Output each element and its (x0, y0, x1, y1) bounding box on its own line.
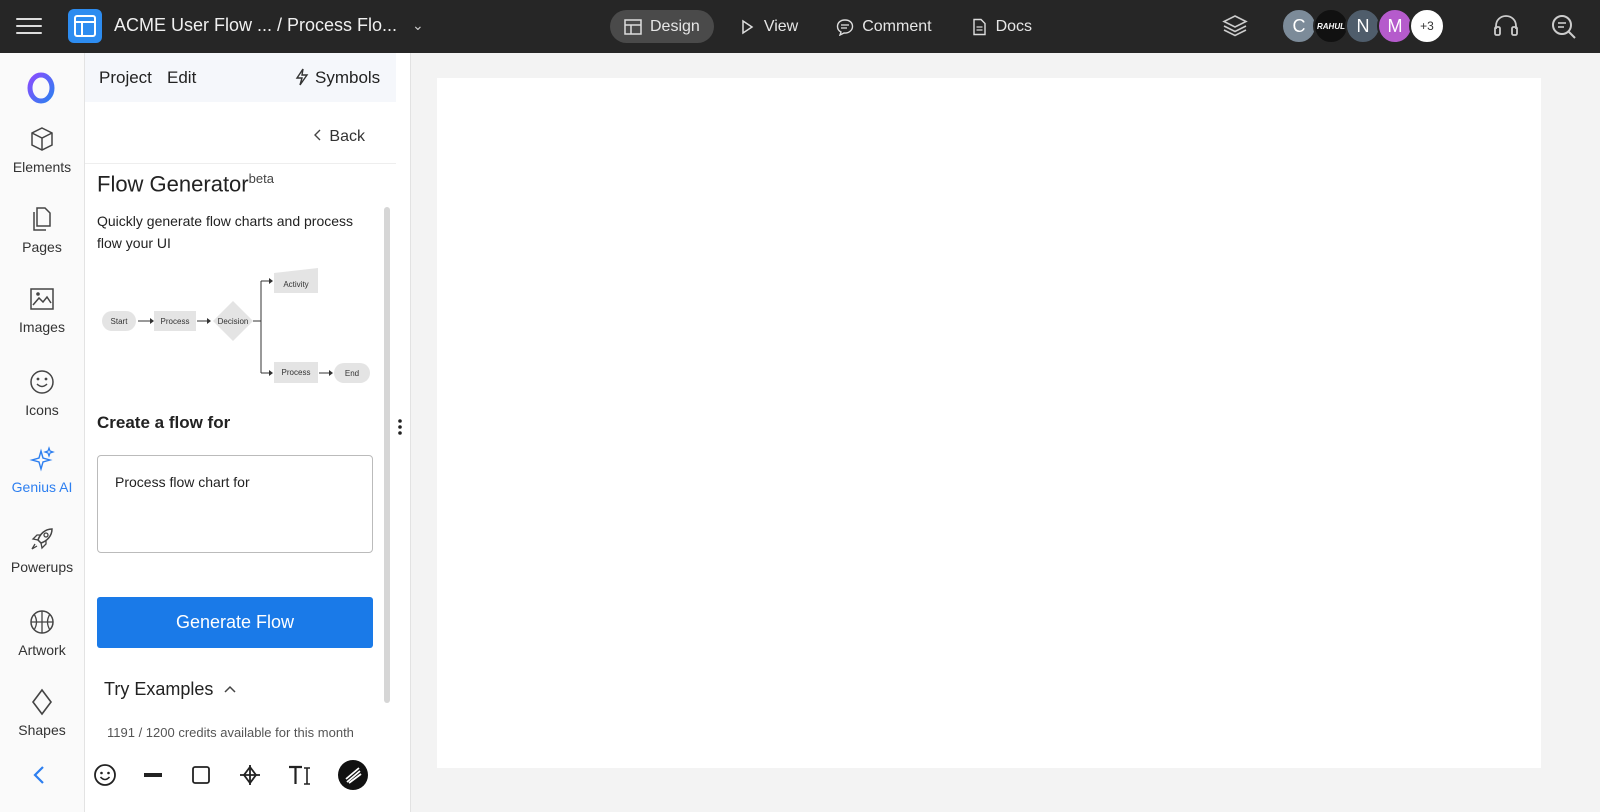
sketch-tool-icon[interactable] (337, 759, 369, 791)
chevron-down-icon[interactable]: ⌄ (412, 17, 424, 34)
divider (85, 163, 396, 164)
pane-description: Quickly generate flow charts and process… (97, 213, 354, 251)
rail-item-label: Images (19, 319, 65, 335)
rocket-icon (31, 528, 53, 550)
layers-icon[interactable] (1222, 14, 1248, 38)
menu-symbols-label: Symbols (315, 68, 381, 87)
rail-item-label: Artwork (18, 642, 66, 658)
credits-status: 1191 / 1200 credits available for this m… (107, 725, 354, 740)
hamburger-menu-icon[interactable] (16, 14, 42, 36)
rail-item-label: Shapes (18, 722, 66, 738)
scrollbar[interactable] (384, 207, 390, 703)
rail-item-images[interactable]: Images (0, 285, 84, 335)
avatar[interactable]: N (1345, 8, 1381, 44)
tab-view-label: View (763, 17, 799, 35)
generate-flow-button[interactable]: Generate Flow (97, 597, 373, 648)
activity-label: Activity (283, 280, 308, 289)
menu-project[interactable]: Project (99, 68, 152, 88)
back-label: Back (329, 128, 365, 145)
bottom-toolbar (85, 748, 395, 800)
document-title[interactable]: ACME User Flow ... / Process Flo... (114, 15, 397, 36)
chevron-up-icon (224, 685, 236, 693)
rectangle-tool-icon[interactable] (188, 762, 214, 788)
search-icon[interactable] (1550, 13, 1578, 41)
panel-resize-handle-kebab-icon[interactable] (397, 418, 403, 436)
cube-icon (31, 127, 53, 151)
more-collaborators-badge[interactable]: +3 (1409, 8, 1445, 44)
process-label: Process (282, 368, 311, 377)
try-examples-label: Try Examples (104, 679, 214, 699)
tab-docs[interactable]: Docs (956, 10, 1046, 43)
emoji-icon[interactable] (92, 762, 118, 788)
image-icon (30, 288, 54, 310)
flow-preview-diagram: Start Process Decision Activity Process … (102, 268, 370, 383)
diamond-icon (32, 688, 52, 716)
avatar[interactable]: RAHUL (1313, 8, 1349, 44)
app-logo-icon[interactable] (68, 9, 102, 43)
rail-item-label: Pages (22, 239, 62, 255)
panel-menu-bar: Project Edit Symbols (85, 53, 396, 102)
tab-comment-label: Comment (862, 17, 932, 35)
tab-design[interactable]: Design (610, 10, 714, 43)
rail-item-pages[interactable]: Pages (0, 205, 84, 255)
tab-view[interactable]: View (724, 10, 812, 43)
basketball-icon (30, 610, 54, 634)
lightning-icon (295, 68, 309, 86)
rail-item-powerups[interactable]: Powerups (0, 525, 84, 575)
brand-logo-icon[interactable] (26, 72, 56, 104)
mode-tabs: Design View Comment Docs (610, 10, 1046, 43)
menu-edit[interactable]: Edit (167, 68, 196, 88)
play-icon (742, 19, 754, 34)
artboard[interactable] (437, 78, 1541, 768)
tab-design-label: Design (650, 17, 700, 35)
collaborator-avatars: C RAHUL N M +3 (1281, 8, 1445, 44)
back-button[interactable]: Back (313, 128, 365, 146)
left-rail: Elements Pages Images Icons Genius AI Po… (0, 53, 85, 812)
rail-item-elements[interactable]: Elements (0, 125, 84, 175)
doc-icon (972, 18, 986, 35)
menu-symbols[interactable]: Symbols (295, 68, 380, 88)
beta-badge: beta (248, 171, 274, 186)
tab-comment[interactable]: Comment (822, 10, 945, 43)
smiley-icon (30, 370, 54, 394)
title-text: Flow Generator (97, 171, 249, 197)
tab-docs-label: Docs (995, 17, 1033, 35)
design-canvas[interactable] (411, 53, 1600, 812)
flow-prompt-textarea[interactable] (97, 455, 373, 553)
page-title: Flow Generatorbeta (97, 171, 274, 197)
pen-tool-icon[interactable] (237, 762, 263, 788)
rail-item-label: Powerups (10, 559, 74, 575)
end-label: End (345, 369, 359, 378)
avatar[interactable]: C (1281, 8, 1317, 44)
comment-icon (837, 18, 854, 36)
decision-label: Decision (218, 317, 249, 326)
text-tool-icon[interactable] (287, 762, 313, 788)
rail-item-label: Icons (25, 402, 59, 418)
genius-ai-panel: Project Edit Symbols Back Flow Generator… (85, 53, 411, 812)
rail-item-label: Genius AI (11, 479, 73, 495)
line-tool-icon[interactable] (140, 762, 166, 788)
process-label: Process (161, 317, 190, 326)
avatar[interactable]: M (1377, 8, 1413, 44)
layout-icon (624, 18, 642, 35)
rail-item-shapes[interactable]: Shapes (0, 688, 84, 738)
try-examples-toggle[interactable]: Try Examples (104, 679, 236, 700)
collapse-panel-chevron-left-icon[interactable] (30, 763, 50, 787)
rail-item-icons[interactable]: Icons (0, 368, 84, 418)
rail-item-label: Elements (12, 159, 72, 175)
pages-icon (33, 207, 51, 231)
sparkle-icon (29, 446, 55, 472)
headset-icon[interactable] (1492, 13, 1520, 39)
rail-item-artwork[interactable]: Artwork (0, 608, 84, 658)
start-label: Start (111, 317, 129, 326)
rail-item-genius-ai[interactable]: Genius AI (0, 445, 84, 495)
section-heading: Create a flow for (97, 413, 231, 432)
top-bar: ACME User Flow ... / Process Flo... ⌄ De… (0, 0, 1600, 53)
chevron-left-icon (314, 129, 321, 141)
